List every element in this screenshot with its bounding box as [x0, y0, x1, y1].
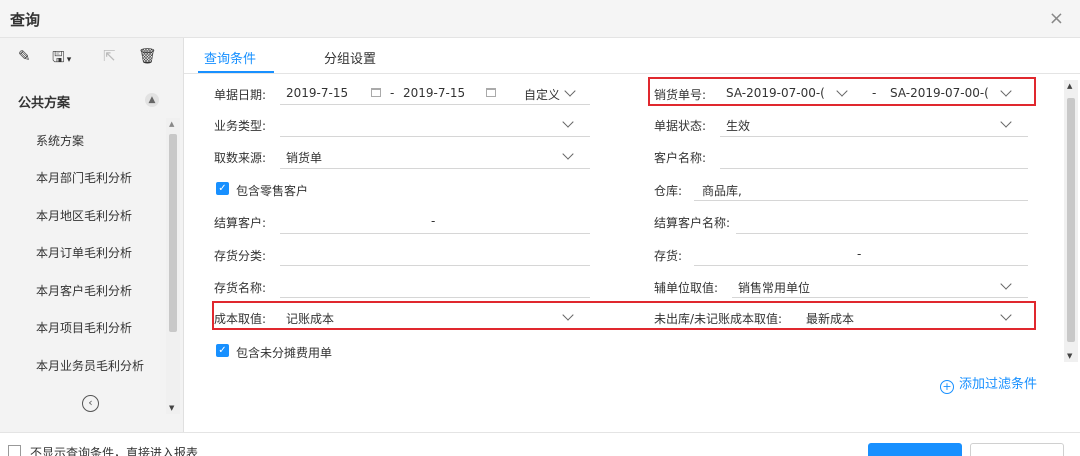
scheme-sidebar: ✎ 🖫 ▾ ⇱ 🗑 公共方案 ▲ 系统方案 本月部门毛利分析 本月地区毛利分析 本…: [0, 38, 184, 432]
field-underline: [280, 297, 590, 298]
dialog-title: 查询: [10, 11, 41, 29]
add-filter-label: 添加过滤条件: [959, 377, 1038, 392]
biz-type-label: 业务类型:: [214, 119, 267, 133]
field-underline: [720, 168, 1028, 169]
dialog-footer: 不显示查询条件，直接进入报表: [0, 432, 1080, 456]
highlight-sales-no: [648, 77, 1036, 106]
chevron-down-icon: ▾: [66, 55, 72, 65]
add-circle-icon: +: [940, 380, 954, 394]
tab-bar: 查询条件 分组设置: [184, 38, 1080, 74]
doc-status-label: 单据状态:: [654, 119, 707, 133]
collapse-icon[interactable]: ▲: [145, 93, 159, 107]
customer-name-label: 客户名称:: [654, 151, 707, 165]
chevron-down-icon[interactable]: [1000, 278, 1012, 290]
chevron-down-icon[interactable]: [564, 85, 576, 97]
calendar-icon[interactable]: [486, 88, 496, 97]
field-underline: [736, 233, 1028, 234]
skip-conditions-checkbox[interactable]: [8, 445, 21, 456]
date-to-input[interactable]: 2019-7-15: [403, 86, 465, 100]
settle-customer-dash: -: [431, 214, 436, 228]
close-icon[interactable]: ×: [1049, 8, 1064, 29]
doc-status-select[interactable]: 生效: [726, 117, 750, 134]
field-underline: [280, 104, 590, 105]
date-dash: -: [390, 86, 395, 100]
source-label: 取数来源:: [214, 151, 267, 165]
calendar-icon[interactable]: [371, 88, 381, 97]
field-underline: [280, 233, 590, 234]
field-underline: [732, 297, 1028, 298]
collapse-sidebar-icon[interactable]: ‹: [82, 395, 99, 412]
inventory-dash: -: [857, 247, 862, 261]
aux-unit-label: 辅单位取值:: [654, 281, 719, 295]
confirm-button[interactable]: [868, 443, 962, 456]
scroll-thumb[interactable]: [169, 134, 177, 332]
field-underline: [280, 168, 590, 169]
scheme-item[interactable]: 系统方案: [36, 132, 84, 149]
pencil-icon[interactable]: ✎: [18, 47, 31, 67]
aux-unit-select[interactable]: 销售常用单位: [738, 279, 810, 296]
scheme-item[interactable]: 本月客户毛利分析: [36, 282, 132, 299]
inv-name-label: 存货名称:: [214, 281, 267, 295]
retail-label: 包含零售客户: [236, 184, 309, 198]
trash-icon[interactable]: 🗑: [138, 47, 157, 67]
settle-customer-label: 结算客户:: [214, 216, 267, 230]
unallocated-label: 包含未分摊费用单: [236, 346, 333, 360]
date-label: 单据日期:: [214, 88, 267, 102]
source-select[interactable]: 销货单: [286, 149, 322, 166]
warehouse-input[interactable]: 商品库,: [702, 182, 742, 199]
inventory-label: 存货:: [654, 249, 683, 263]
field-underline: [280, 265, 590, 266]
scheme-item[interactable]: 本月地区毛利分析: [36, 207, 132, 224]
scheme-item[interactable]: 本月部门毛利分析: [36, 169, 132, 186]
save-icon[interactable]: 🖫 ▾: [52, 47, 71, 67]
scroll-thumb[interactable]: [1067, 98, 1075, 342]
scroll-up-icon[interactable]: ▲: [1067, 82, 1072, 90]
chevron-down-icon[interactable]: [562, 116, 574, 128]
title-bar: 查询 ×: [0, 0, 1080, 38]
scroll-down-icon[interactable]: ▼: [1067, 352, 1072, 360]
active-tab-indicator: [198, 71, 274, 73]
field-underline: [720, 136, 1028, 137]
field-underline: [694, 265, 1028, 266]
scroll-down-icon[interactable]: ▼: [169, 404, 174, 412]
tab-group-settings[interactable]: 分组设置: [324, 48, 376, 67]
scroll-up-icon[interactable]: ▲: [169, 120, 174, 128]
section-title: 公共方案: [18, 96, 71, 111]
date-from-input[interactable]: 2019-7-15: [286, 86, 348, 100]
chevron-down-icon[interactable]: [1000, 116, 1012, 128]
cancel-button[interactable]: [970, 443, 1064, 456]
settle-customer-name-label: 结算客户名称:: [654, 216, 731, 230]
retail-checkbox[interactable]: ✓: [216, 182, 229, 195]
chevron-down-icon[interactable]: [562, 148, 574, 160]
skip-conditions-label: 不显示查询条件，直接进入报表: [30, 446, 199, 456]
date-preset-select[interactable]: 自定义: [524, 86, 560, 103]
warehouse-label: 仓库:: [654, 184, 683, 198]
sidebar-scrollbar[interactable]: ▲ ▼: [166, 118, 180, 414]
unallocated-checkbox[interactable]: ✓: [216, 344, 229, 357]
tab-query-conditions[interactable]: 查询条件: [204, 48, 256, 67]
export-icon[interactable]: ⇱: [103, 47, 116, 67]
scheme-item[interactable]: 本月项目毛利分析: [36, 319, 132, 336]
form-scrollbar[interactable]: ▲ ▼: [1064, 80, 1078, 362]
inv-category-label: 存货分类:: [214, 249, 267, 263]
sidebar-toolbar: ✎ 🖫 ▾ ⇱ 🗑: [0, 38, 184, 76]
add-filter-button[interactable]: + 添加过滤条件: [940, 373, 1037, 394]
field-underline: [694, 200, 1028, 201]
scheme-item[interactable]: 本月业务员毛利分析: [36, 357, 144, 374]
field-underline: [280, 136, 590, 137]
highlight-cost-row: [212, 301, 1036, 330]
scheme-item[interactable]: 本月订单毛利分析: [36, 244, 132, 261]
